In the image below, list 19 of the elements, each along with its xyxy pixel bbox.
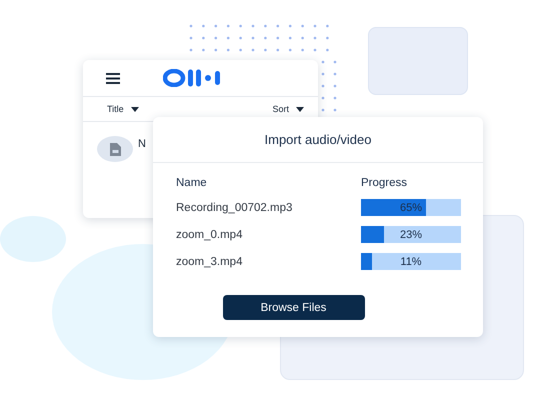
file-name: zoom_0.mp4	[176, 228, 244, 240]
progress-reading: 23%	[400, 228, 422, 240]
browse-files-button[interactable]: Browse Files	[222, 295, 364, 320]
column-header: Progress	[361, 177, 408, 189]
caret-icon	[130, 106, 139, 112]
item-title[interactable]: N	[138, 138, 146, 150]
document-icon	[110, 142, 120, 156]
file-name: zoom_3.mp4	[176, 256, 244, 268]
progress-reading: 65%	[400, 202, 422, 214]
dialog-title: Import audio/video	[153, 117, 483, 163]
menu-icon[interactable]	[106, 72, 120, 84]
sort-dropdown[interactable]: Sort	[272, 104, 304, 114]
sort-dropdown[interactable]: Title	[107, 104, 139, 114]
progress-reading: 11%	[400, 256, 422, 268]
caret-icon	[296, 106, 304, 112]
column-header: Name	[176, 177, 208, 189]
background-circle	[0, 216, 66, 262]
file-name: Recording_00702.mp3	[176, 202, 294, 214]
dot-grid-drawing	[321, 59, 337, 113]
